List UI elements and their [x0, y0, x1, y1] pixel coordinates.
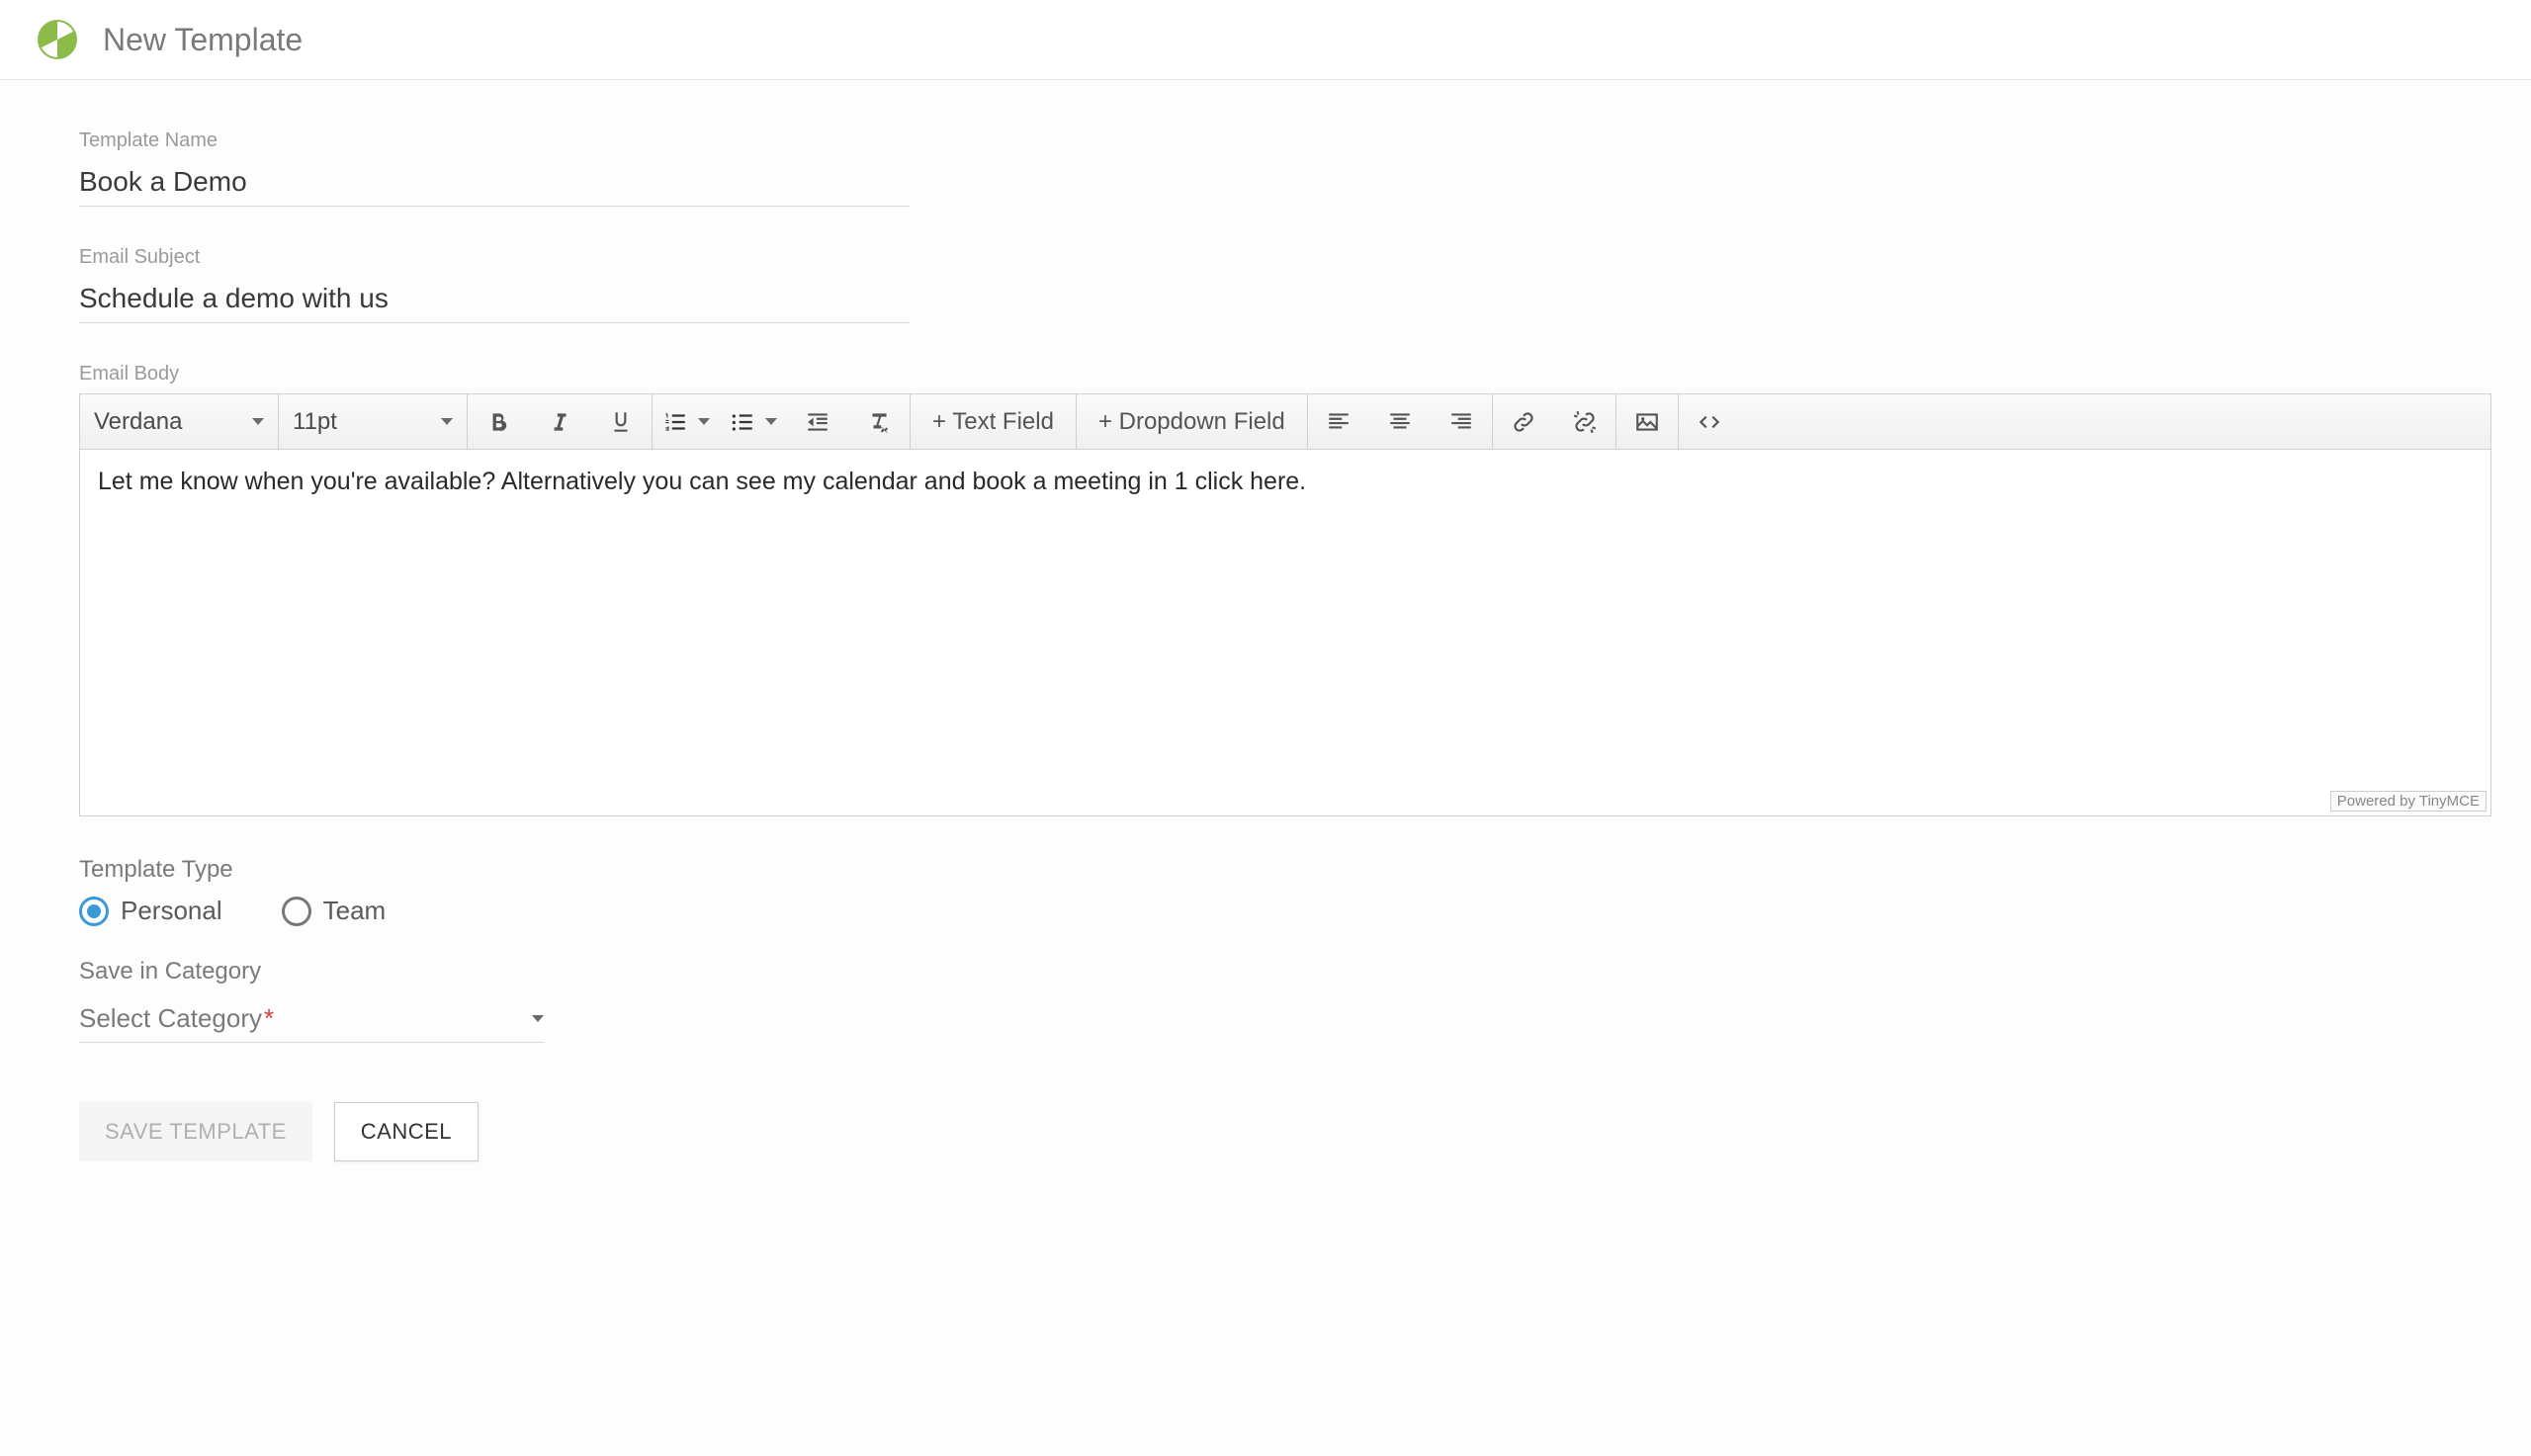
page-title: New Template [103, 22, 303, 58]
template-name-field: Template Name [79, 129, 2491, 207]
align-right-button[interactable] [1431, 394, 1492, 449]
radio-icon [282, 897, 311, 926]
numbered-list-button[interactable] [653, 394, 720, 449]
template-type-radio-group: Personal Team [79, 896, 2491, 926]
font-family-select[interactable]: Verdana [80, 394, 278, 449]
font-family-value: Verdana [94, 408, 182, 436]
remove-link-button[interactable] [1554, 394, 1615, 449]
underline-button[interactable] [590, 394, 652, 449]
cancel-button[interactable]: CANCEL [334, 1102, 479, 1161]
template-type-label: Template Type [79, 856, 2491, 884]
form-content: Template Name Email Subject Email Body V… [0, 80, 2531, 1201]
font-size-select[interactable]: 11pt [279, 394, 467, 449]
chevron-down-icon [252, 418, 264, 425]
radio-personal-label: Personal [121, 896, 222, 926]
category-select[interactable]: Select Category* [79, 997, 544, 1043]
radio-personal[interactable]: Personal [79, 896, 222, 926]
insert-image-button[interactable] [1616, 394, 1678, 449]
clear-formatting-button[interactable] [848, 394, 910, 449]
page-header: New Template [0, 0, 2531, 80]
insert-link-button[interactable] [1493, 394, 1554, 449]
add-text-field-button[interactable]: + Text Field [911, 394, 1076, 449]
bold-button[interactable] [468, 394, 529, 449]
category-placeholder: Select Category* [79, 1003, 274, 1034]
email-body-textarea[interactable]: Let me know when you're available? Alter… [80, 450, 2490, 815]
font-size-value: 11pt [293, 408, 337, 436]
email-subject-field: Email Subject [79, 246, 2491, 323]
source-code-button[interactable] [1679, 394, 1740, 449]
template-type-section: Template Type Personal Team Save in Cate… [79, 856, 2491, 1043]
outdent-button[interactable] [787, 394, 848, 449]
app-logo [36, 18, 79, 61]
bullet-list-button[interactable] [720, 394, 787, 449]
powered-by-label: Powered by TinyMCE [2330, 791, 2487, 812]
save-template-button[interactable]: SAVE TEMPLATE [79, 1102, 312, 1161]
email-body-label: Email Body [79, 363, 2491, 385]
align-center-button[interactable] [1369, 394, 1431, 449]
template-name-label: Template Name [79, 129, 2491, 152]
chevron-down-icon [441, 418, 453, 425]
form-actions: SAVE TEMPLATE CANCEL [79, 1102, 2491, 1161]
email-subject-label: Email Subject [79, 246, 2491, 269]
chevron-down-icon [532, 1015, 544, 1022]
chevron-down-icon [765, 418, 777, 425]
align-left-button[interactable] [1308, 394, 1369, 449]
radio-icon [79, 897, 109, 926]
radio-team[interactable]: Team [282, 896, 387, 926]
category-label: Save in Category [79, 958, 2491, 985]
italic-button[interactable] [529, 394, 590, 449]
add-dropdown-field-button[interactable]: + Dropdown Field [1077, 394, 1307, 449]
editor-toolbar: Verdana 11pt [80, 394, 2490, 450]
chevron-down-icon [698, 418, 710, 425]
rich-text-editor: Verdana 11pt [79, 393, 2491, 816]
email-body-field: Email Body Verdana 11pt [79, 363, 2491, 816]
radio-team-label: Team [323, 896, 387, 926]
email-subject-input[interactable] [79, 277, 910, 323]
template-name-input[interactable] [79, 160, 910, 207]
